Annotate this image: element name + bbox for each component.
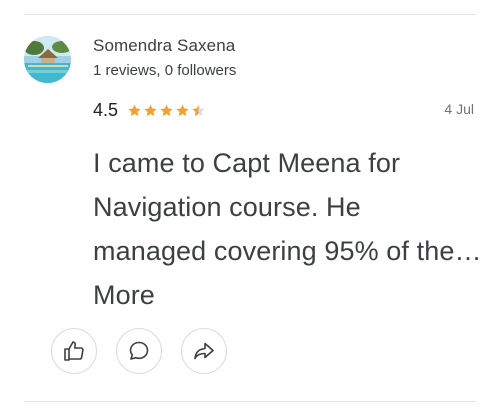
reviewer-avatar[interactable] (24, 36, 71, 83)
review-text: I came to Capt Meena for Navigation cour… (93, 141, 485, 317)
star-filled-icon (128, 104, 141, 116)
like-button[interactable] (51, 328, 97, 374)
reviewer-name[interactable]: Somendra Saxena (93, 36, 235, 56)
bottom-divider (24, 401, 476, 402)
star-filled-icon (144, 104, 157, 116)
rating-value: 4.5 (93, 99, 119, 120)
thumbs-up-icon (64, 341, 84, 361)
review-text-line: managed covering 95% of the… (93, 236, 482, 266)
star-filled-icon (160, 104, 173, 116)
top-divider (24, 14, 476, 15)
more-link[interactable]: More (93, 273, 485, 317)
reviewer-stats: 1 reviews, 0 followers (93, 62, 237, 79)
share-icon (194, 342, 214, 360)
star-rating (127, 103, 207, 118)
comment-icon (129, 341, 149, 360)
share-button[interactable] (181, 328, 227, 374)
avatar-image (24, 36, 71, 83)
star-half-icon (192, 104, 205, 116)
review-text-line: Navigation course. He (93, 192, 361, 222)
review-date: 4 Jul (444, 101, 474, 117)
rating-row: 4.5 (93, 98, 207, 122)
star-filled-icon (176, 104, 189, 116)
review-text-line: I came to Capt Meena for (93, 148, 401, 178)
comment-button[interactable] (116, 328, 162, 374)
